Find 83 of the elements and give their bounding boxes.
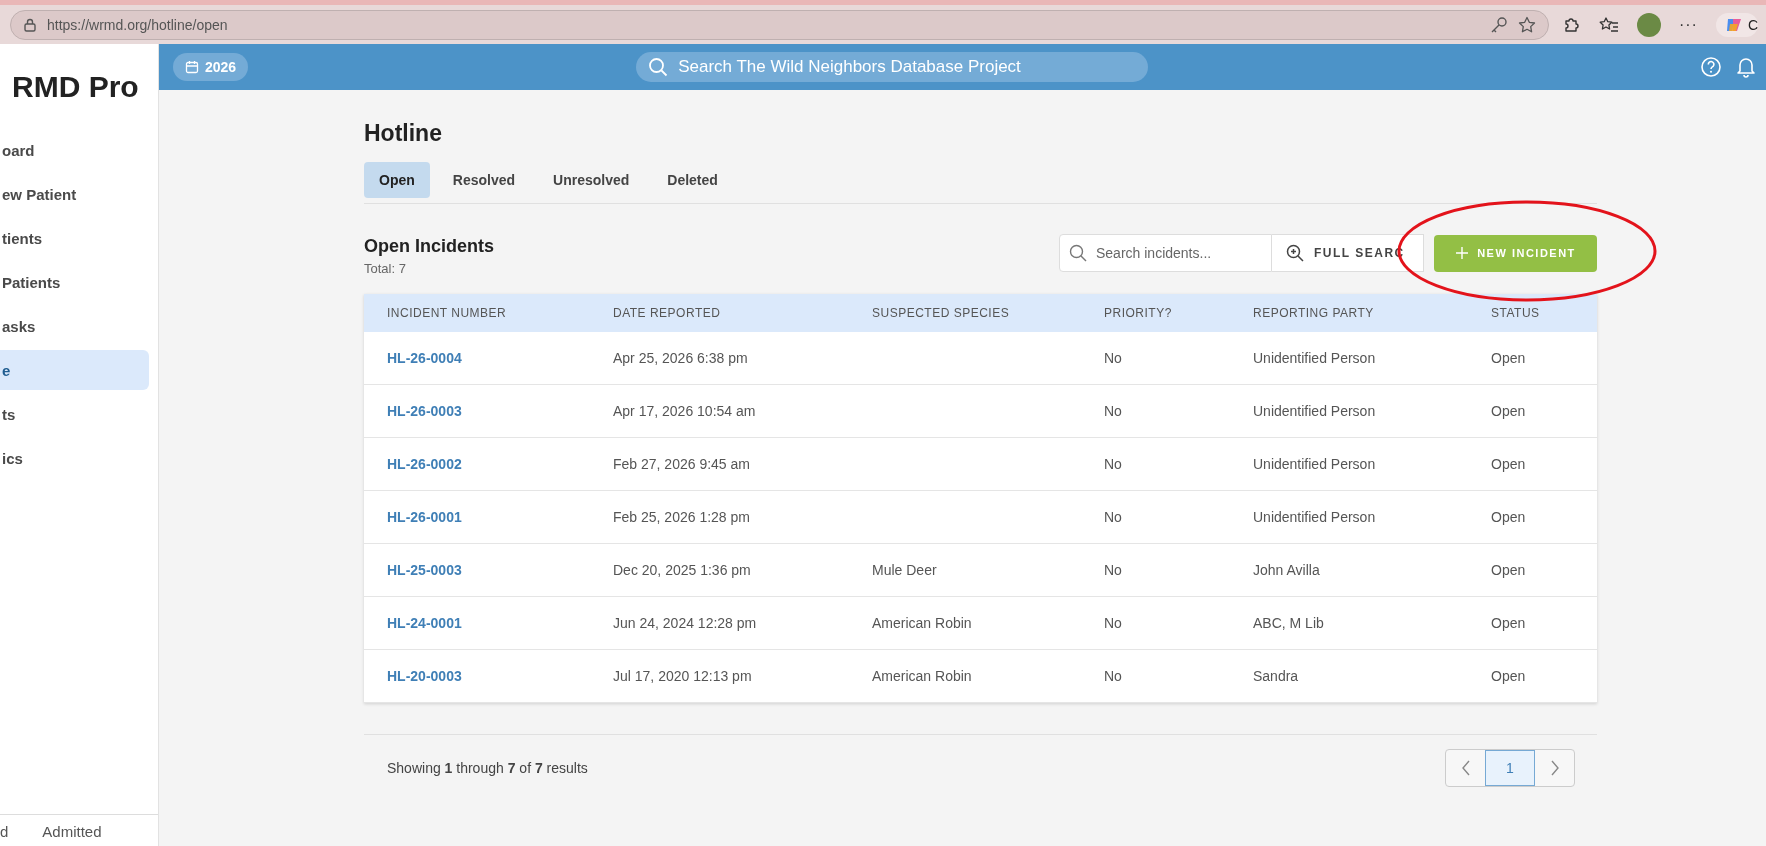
incident-link[interactable]: HL-26-0004 xyxy=(387,350,613,366)
table-cell-text: Jul 17, 2020 12:13 pm xyxy=(613,668,753,684)
table-cell-text: Apr 17, 2026 10:54 am xyxy=(613,403,757,419)
table-cell-text: John Avilla xyxy=(1253,562,1321,578)
search-field[interactable]: Search incidents... xyxy=(1059,234,1272,272)
table-cell-text: Jun 24, 2024 12:28 pm xyxy=(613,615,758,631)
incident-link[interactable]: HL-24-0001 xyxy=(387,615,613,631)
incident-link[interactable]: HL-25-0003 xyxy=(387,562,613,578)
search-icon xyxy=(648,57,669,77)
table-cell-text: American Robin xyxy=(872,615,973,631)
sidebar-item[interactable]: ics xyxy=(0,438,149,478)
table-cell-text: No xyxy=(1104,350,1123,366)
column-header: PRIORITY? xyxy=(1104,306,1173,320)
column-header: DATE REPORTED xyxy=(613,306,722,320)
table-cell-text: Unidentified Person xyxy=(1253,509,1377,525)
sidebar-item[interactable]: tients xyxy=(0,218,149,258)
tab[interactable]: Resolved xyxy=(437,162,531,198)
tab[interactable]: Open xyxy=(364,162,430,198)
key-icon[interactable] xyxy=(1489,15,1508,34)
sidebar-tab[interactable]: d xyxy=(0,823,9,840)
puzzle-icon[interactable] xyxy=(1562,15,1581,34)
sidebar-item[interactable]: ts xyxy=(0,394,149,434)
section-title: Open Incidents xyxy=(364,236,495,257)
table-cell-text: Unidentified Person xyxy=(1253,350,1377,366)
total-count: Total: 7 xyxy=(364,261,407,276)
favorites-icon[interactable] xyxy=(1598,15,1619,34)
column-header: STATUS xyxy=(1491,306,1541,320)
table-cell-text: ABC, M Lib xyxy=(1253,615,1325,631)
sidebar-item[interactable]: Patients xyxy=(0,262,149,302)
incident-link[interactable]: HL-20-0003 xyxy=(387,668,613,684)
app-logo: RMD Pro xyxy=(11,69,140,105)
page-title: Hotline xyxy=(364,120,443,147)
tab[interactable]: Unresolved xyxy=(538,162,645,198)
incident-link[interactable]: HL-26-0002 xyxy=(387,456,613,472)
table-cell-text: No xyxy=(1104,509,1123,525)
table-cell-text: Apr 25, 2026 6:38 pm xyxy=(613,350,749,366)
column-header: INCIDENT NUMBER xyxy=(387,306,508,320)
table-cell-text: American Robin xyxy=(872,668,973,684)
chevron-right-icon xyxy=(1549,760,1560,776)
plus-icon xyxy=(1455,246,1470,260)
url-text: https://wrmd.org/hotline/open xyxy=(47,16,229,33)
table-cell-text: No xyxy=(1104,403,1123,419)
sidebar-item[interactable]: asks xyxy=(0,306,149,346)
column-header: SUSPECTED SPECIES xyxy=(872,306,1011,320)
incident-link[interactable]: HL-26-0003 xyxy=(387,403,613,419)
table-cell-text: Feb 27, 2026 9:45 am xyxy=(613,456,751,472)
copilot-button[interactable]: C xyxy=(1715,12,1758,37)
incident-link[interactable]: HL-26-0001 xyxy=(387,509,613,525)
table-cell-text: Mule Deer xyxy=(872,562,938,578)
table-cell-text: Open xyxy=(1491,350,1527,366)
chevron-left-icon xyxy=(1460,760,1471,776)
sidebar-tab[interactable]: Admitted xyxy=(42,823,102,840)
table-cell-text: Open xyxy=(1491,403,1527,419)
table-cell-text: Open xyxy=(1491,668,1527,684)
table-cell-text: No xyxy=(1104,668,1123,684)
help-icon[interactable] xyxy=(1700,56,1722,78)
calendar-icon xyxy=(185,60,199,74)
address-bar[interactable]: https://wrmd.org/hotline/open xyxy=(10,9,1549,40)
lock-icon xyxy=(23,17,37,32)
sidebar-item[interactable]: ew Patient xyxy=(0,174,149,214)
table-cell-text: No xyxy=(1104,615,1123,631)
table-cell-text: Dec 20, 2025 1:36 pm xyxy=(613,562,752,578)
table-cell-text: Unidentified Person xyxy=(1253,403,1377,419)
sidebar-item[interactable]: oard xyxy=(0,130,149,170)
table-cell-text: Open xyxy=(1491,562,1527,578)
page-button[interactable]: 1 xyxy=(1485,750,1535,786)
profile-avatar[interactable] xyxy=(1636,12,1661,37)
sidebar-item[interactable]: e xyxy=(0,350,149,390)
table-cell-text: Open xyxy=(1491,456,1527,472)
zoom-in-icon xyxy=(1286,244,1304,262)
star-icon[interactable] xyxy=(1517,15,1536,34)
table-cell-text: Feb 25, 2026 1:28 pm xyxy=(613,509,751,525)
table-cell-text: Open xyxy=(1491,509,1527,525)
table-cell-text: No xyxy=(1104,456,1123,472)
more-menu-button[interactable]: ··· xyxy=(1678,15,1698,34)
tab[interactable]: Deleted xyxy=(652,162,733,198)
table-cell-text: Unidentified Person xyxy=(1253,456,1377,472)
table-cell-text: Sandra xyxy=(1253,668,1300,684)
column-header: REPORTING PARTY xyxy=(1253,306,1375,320)
table-cell-text: Open xyxy=(1491,615,1527,631)
table-cell-text: No xyxy=(1104,562,1123,578)
bell-icon[interactable] xyxy=(1736,56,1756,78)
results-summary: Showing 1 through 7 of 7 results xyxy=(387,760,588,776)
